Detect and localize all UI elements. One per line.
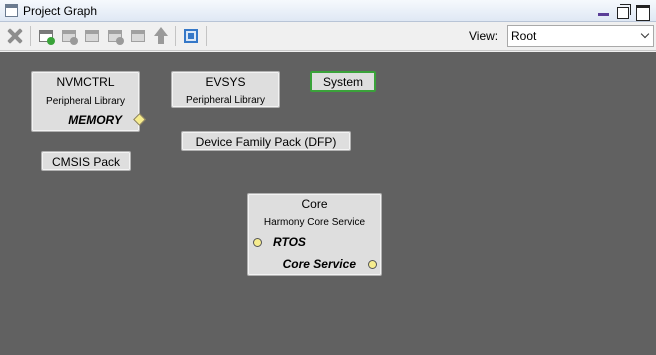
group-settings-icon bbox=[131, 30, 145, 42]
component-node-system[interactable]: System bbox=[310, 71, 376, 92]
node-title: CMSIS Pack bbox=[51, 155, 120, 169]
node-title: Device Family Pack (DFP) bbox=[195, 135, 337, 149]
node-title: NVMCTRL bbox=[56, 75, 115, 89]
dependency-connector-icon[interactable] bbox=[253, 238, 262, 247]
capability-label: MEMORY bbox=[68, 113, 122, 127]
dependency-label: RTOS bbox=[273, 235, 306, 249]
remove-group-button[interactable] bbox=[58, 25, 80, 47]
component-node-cmsis[interactable]: CMSIS Pack bbox=[41, 151, 131, 171]
toolbar-separator bbox=[206, 26, 207, 46]
remove-badge-icon bbox=[70, 37, 78, 45]
window-title: Project Graph bbox=[23, 4, 98, 18]
component-node-core[interactable]: Core Harmony Core Service RTOS Core Serv… bbox=[247, 193, 382, 276]
node-title: System bbox=[322, 75, 363, 89]
title-bar: Project Graph bbox=[0, 0, 656, 22]
toolbar-separator bbox=[175, 26, 176, 46]
toolbar-separator bbox=[30, 26, 31, 46]
capability-connector-icon[interactable] bbox=[368, 260, 377, 269]
maximize-icon[interactable] bbox=[634, 3, 650, 21]
node-subtitle: Peripheral Library bbox=[186, 95, 265, 106]
move-to-group-button[interactable] bbox=[104, 25, 126, 47]
view-dropdown[interactable]: Root bbox=[507, 25, 654, 47]
chevron-down-icon bbox=[640, 29, 650, 39]
node-title: Core bbox=[301, 197, 328, 211]
node-subtitle: Peripheral Library bbox=[46, 96, 125, 107]
capability-label: Core Service bbox=[282, 257, 356, 271]
graph-canvas[interactable]: NVMCTRL Peripheral Library MEMORY EVSYS … bbox=[0, 52, 656, 355]
node-title: EVSYS bbox=[205, 75, 246, 89]
group-settings-button[interactable] bbox=[127, 25, 149, 47]
view-dropdown-value: Root bbox=[511, 29, 537, 43]
parent-group-button[interactable] bbox=[150, 25, 172, 47]
capability-connector-icon[interactable] bbox=[133, 113, 146, 126]
fit-to-view-button[interactable] bbox=[180, 25, 202, 47]
rename-group-icon bbox=[85, 30, 99, 42]
remove-component-icon[interactable] bbox=[4, 25, 26, 47]
new-group-button[interactable] bbox=[35, 25, 57, 47]
component-node-nvmctrl[interactable]: NVMCTRL Peripheral Library MEMORY bbox=[31, 71, 146, 132]
toolbar: View: Root bbox=[0, 22, 656, 51]
component-node-evsys[interactable]: EVSYS Peripheral Library bbox=[171, 71, 280, 108]
component-node-dfp[interactable]: Device Family Pack (DFP) bbox=[181, 131, 351, 151]
window-icon bbox=[5, 4, 18, 17]
view-label: View: bbox=[469, 29, 499, 43]
node-subtitle: Harmony Core Service bbox=[263, 217, 366, 228]
rename-group-button[interactable] bbox=[81, 25, 103, 47]
move-badge-icon bbox=[116, 37, 124, 45]
fit-view-icon bbox=[184, 29, 198, 43]
restore-icon[interactable] bbox=[615, 3, 631, 19]
add-badge-icon bbox=[47, 37, 55, 45]
minimize-icon[interactable] bbox=[595, 3, 611, 19]
